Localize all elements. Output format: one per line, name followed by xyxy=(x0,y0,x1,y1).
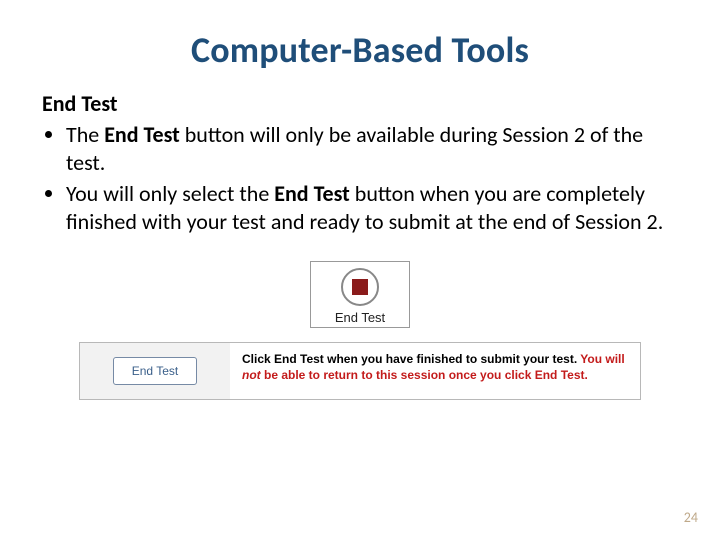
stop-icon xyxy=(341,268,379,306)
end-test-button[interactable]: End Test xyxy=(113,357,197,385)
text: The xyxy=(66,121,104,148)
panel-text: Click End Test when you have finished to… xyxy=(230,343,640,399)
text-emphasis: not xyxy=(242,368,261,382)
list-item: The End Test button will only be availab… xyxy=(66,121,678,176)
section-heading: End Test xyxy=(42,90,678,117)
stop-square-icon xyxy=(352,279,368,295)
text: be able to return to this session once y… xyxy=(261,368,588,382)
text-bold: End Test xyxy=(274,180,350,207)
panel-left: End Test xyxy=(80,343,230,399)
bullet-list: The End Test button will only be availab… xyxy=(42,121,678,235)
end-test-panel: End Test Click End Test when you have fi… xyxy=(79,342,641,400)
text: Click End Test when you have finished to… xyxy=(242,352,580,366)
end-test-label: End Test xyxy=(315,310,405,325)
text: You will only select the xyxy=(66,180,274,207)
slide-title: Computer-Based Tools xyxy=(42,28,678,72)
page-number: 24 xyxy=(684,509,698,526)
list-item: You will only select the End Test button… xyxy=(66,180,678,235)
end-test-icon-button[interactable]: End Test xyxy=(310,261,410,328)
text-bold: End Test xyxy=(104,121,180,148)
text: You will xyxy=(580,352,624,366)
slide: Computer-Based Tools End Test The End Te… xyxy=(0,0,720,540)
